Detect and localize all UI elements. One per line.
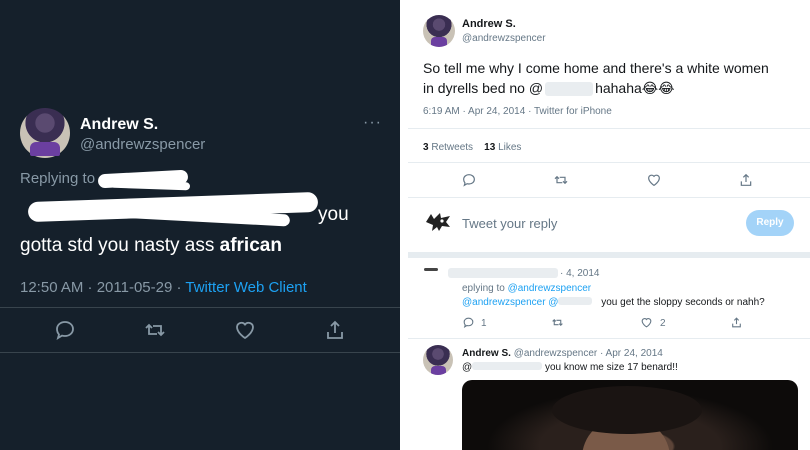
client-link[interactable]: Twitter Web Client [185, 279, 306, 296]
share-icon[interactable] [730, 316, 743, 329]
tweet-text-line2: in dyrells bed no @ [423, 80, 544, 96]
mention-link[interactable]: @andrewzspencer @ [462, 297, 558, 308]
engagement-stats[interactable]: 3 Retweets 13 Likes [423, 142, 521, 153]
action-bar [0, 318, 400, 348]
retweet-icon[interactable] [143, 318, 167, 342]
redacted-mention [472, 362, 543, 370]
like-label: Likes [498, 142, 522, 153]
tweet-meta: 12:50 AM · 2011-05-29 · Twitter Web Clie… [20, 279, 307, 296]
redacted-name [448, 268, 558, 278]
like-count: 13 [484, 142, 496, 153]
reply-count: 1 [481, 318, 487, 329]
divider [408, 252, 810, 258]
retweet-icon[interactable] [553, 172, 569, 188]
attached-photo[interactable] [462, 380, 798, 450]
tweet-text-line1: So tell me why I come home and there's a… [423, 60, 769, 76]
like-icon[interactable] [233, 318, 257, 342]
reply-button[interactable]: Reply [746, 210, 794, 236]
author-name[interactable]: Andrew S. [462, 348, 511, 359]
reply-date: · 4, 2014 [560, 268, 600, 279]
avatar[interactable] [423, 345, 453, 375]
light-tweet-screenshot: Andrew S. @andrewzspencer So tell me why… [408, 0, 810, 450]
replying-to-label: Replying to [20, 170, 96, 187]
retweet-icon[interactable] [551, 316, 564, 329]
reply-input[interactable]: Tweet your reply [462, 216, 557, 231]
share-icon[interactable] [323, 318, 347, 342]
reply-icon[interactable] [461, 172, 477, 188]
author-handle[interactable]: @andrewzspencer [462, 33, 546, 44]
dark-tweet-screenshot: Andrew S. @andrewzspencer ··· Replying t… [0, 0, 400, 450]
tweet-text: So tell me why I come home and there's a… [423, 58, 803, 98]
like-icon[interactable] [640, 316, 653, 329]
tweet-text-line2: gotta std you nasty ass [20, 235, 215, 256]
replying-to-label: eplying to [462, 283, 505, 294]
gap [400, 0, 408, 450]
reply-meta: @andrewzspencer · Apr 24, 2014 [513, 348, 663, 359]
user-avatar-icon [426, 213, 450, 231]
timestamp: 12:50 AM · 2011-05-29 · [20, 279, 182, 296]
redacted-avatar [424, 268, 438, 271]
tweet-text-line2-end: hahaha😂😂 [595, 80, 675, 96]
reply-text-body: you know me size 17 benard!! [544, 362, 678, 373]
redaction-mark [109, 179, 191, 191]
divider [0, 352, 400, 353]
share-icon[interactable] [738, 172, 754, 188]
author-name[interactable]: Andrew S. [80, 116, 158, 134]
reply-header: Andrew S. @andrewzspencer · Apr 24, 2014 [462, 348, 663, 359]
replying-to: eplying to @andrewzspencer [462, 283, 591, 294]
mention-prefix[interactable]: @ [462, 362, 472, 373]
divider [408, 338, 810, 339]
reply-icon[interactable] [462, 316, 475, 329]
divider [408, 162, 810, 163]
reply-text: @ you know me size 17 benard!! [462, 362, 678, 373]
tweet-text-bold: african [219, 235, 282, 256]
author-name[interactable]: Andrew S. [462, 18, 516, 30]
tweet-text-tail: you [318, 204, 349, 225]
more-icon[interactable]: ··· [363, 114, 382, 132]
avatar[interactable] [20, 108, 70, 158]
divider [408, 197, 810, 198]
divider [408, 128, 810, 129]
author-handle[interactable]: @andrewzspencer [80, 136, 205, 153]
avatar[interactable] [423, 15, 455, 47]
divider [0, 307, 400, 308]
tweet-text: you gotta std you nasty ass african [20, 199, 380, 261]
reply-text: @andrewzspencer @ you get the sloppy sec… [462, 297, 765, 308]
reply-icon[interactable] [53, 318, 77, 342]
redacted-mention [545, 82, 594, 97]
replying-to-handle[interactable]: @andrewzspencer [508, 283, 592, 294]
like-icon[interactable] [646, 172, 662, 188]
reply-text-body: you get the sloppy seconds or nahh? [601, 297, 765, 308]
retweet-label: Retweets [431, 142, 474, 153]
tweet-meta: 6:19 AM · Apr 24, 2014 · Twitter for iPh… [423, 106, 612, 117]
like-count: 2 [660, 318, 666, 329]
redacted-mention [558, 297, 593, 305]
retweet-count: 3 [423, 142, 429, 153]
